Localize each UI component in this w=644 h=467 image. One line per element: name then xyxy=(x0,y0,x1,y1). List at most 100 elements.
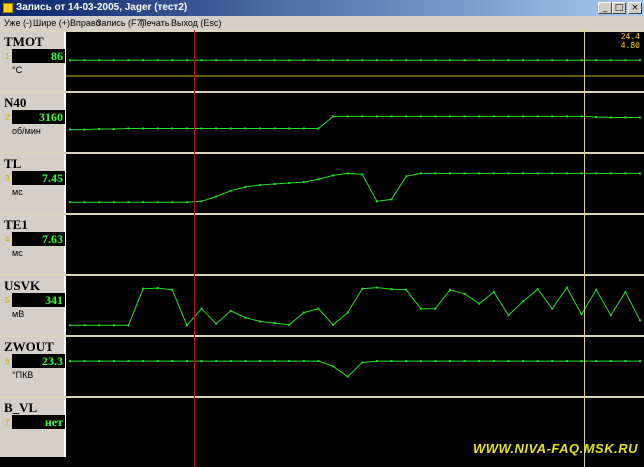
data-point-zwout-32 xyxy=(536,360,539,363)
parameter-name: N40 xyxy=(4,95,27,110)
data-point-tl-6 xyxy=(156,201,159,204)
data-point-n40-24 xyxy=(419,115,422,118)
data-point-n40-8 xyxy=(185,127,188,130)
data-point-zwout-22 xyxy=(390,360,393,363)
app-icon xyxy=(3,3,13,13)
panel-label-box[interactable]: USVK 5 341 мВ xyxy=(0,276,66,335)
panel-label-box[interactable]: ZWOUT 6 23.3 °ПКВ xyxy=(0,337,66,396)
series-line-zwout xyxy=(70,360,640,378)
data-point-n40-21 xyxy=(375,115,378,118)
data-point-usvk-8 xyxy=(185,324,188,327)
data-point-usvk-28 xyxy=(478,302,481,305)
window-title: Запись от 14-03-2005, Jager (тест2) xyxy=(16,2,188,13)
data-point-zwout-27 xyxy=(463,360,466,363)
panel-label-box[interactable]: TE1 4 7.63 мс xyxy=(0,215,66,274)
data-point-n40-35 xyxy=(580,115,583,118)
close-button[interactable]: × xyxy=(628,2,642,14)
data-point-n40-5 xyxy=(142,127,145,130)
data-point-tl-22 xyxy=(390,198,393,201)
panel-te1[interactable]: TE1 4 7.63 мс xyxy=(0,213,644,274)
data-point-n40-17 xyxy=(317,127,320,130)
data-point-zwout-36 xyxy=(595,360,598,363)
panel-zwout[interactable]: ZWOUT 6 23.3 °ПКВ xyxy=(0,335,644,396)
data-point-n40-25 xyxy=(434,115,437,118)
data-point-tl-32 xyxy=(536,172,539,175)
data-point-usvk-38 xyxy=(624,291,627,293)
data-point-tmot-0 xyxy=(69,59,71,62)
data-point-n40-22 xyxy=(390,115,393,118)
data-point-usvk-35 xyxy=(580,313,583,316)
data-point-n40-9 xyxy=(200,127,203,130)
parameter-value: 86 xyxy=(12,49,65,63)
data-point-usvk-18 xyxy=(332,323,335,326)
data-point-tl-1 xyxy=(83,201,86,204)
panel-label-box[interactable]: N40 2 3160 об/мин xyxy=(0,93,66,152)
plot-usvk[interactable] xyxy=(66,276,644,335)
data-point-n40-26 xyxy=(449,115,451,118)
data-point-tl-25 xyxy=(434,172,437,175)
chart-area[interactable]: TMOT 1 86 °C N40 2 3160 об/мин TL 3 7.45 мс TE1 4 7.63… xyxy=(0,30,644,467)
data-point-n40-12 xyxy=(244,127,247,130)
data-point-tmot-33 xyxy=(551,59,554,62)
panel-usvk[interactable]: USVK 5 341 мВ xyxy=(0,274,644,335)
data-point-tmot-11 xyxy=(229,59,232,62)
plot-tl[interactable] xyxy=(66,154,644,213)
plot-te1[interactable] xyxy=(66,215,644,274)
data-point-tl-18 xyxy=(332,174,335,177)
maximize-button[interactable]: □ xyxy=(612,2,626,14)
data-point-usvk-14 xyxy=(273,322,276,325)
data-point-zwout-29 xyxy=(492,360,495,363)
parameter-unit: мВ xyxy=(12,309,25,319)
data-point-tmot-28 xyxy=(478,59,481,62)
parameter-name: TMOT xyxy=(4,34,44,49)
minimize-button[interactable]: _ xyxy=(598,2,612,14)
data-point-usvk-6 xyxy=(156,287,159,290)
data-point-zwout-2 xyxy=(98,360,101,363)
data-point-usvk-16 xyxy=(302,311,305,314)
menu-exit[interactable]: Выход (Esc) xyxy=(171,16,221,30)
panel-n40[interactable]: N40 2 3160 об/мин xyxy=(0,91,644,152)
menu-wider[interactable]: Шире (+) xyxy=(33,16,70,30)
menu-narrower[interactable]: Уже (-) xyxy=(4,16,32,30)
data-point-tl-20 xyxy=(361,173,364,176)
data-point-usvk-21 xyxy=(375,286,378,289)
panel-tmot[interactable]: TMOT 1 86 °C xyxy=(0,30,644,91)
data-point-tl-10 xyxy=(215,195,218,198)
data-point-tl-28 xyxy=(478,172,481,175)
data-point-tl-34 xyxy=(565,172,568,175)
data-point-n40-32 xyxy=(536,115,539,118)
data-point-tl-29 xyxy=(492,172,495,175)
panel-label-box[interactable]: B_VL 7 нет xyxy=(0,398,66,457)
parameter-unit: об/мин xyxy=(12,126,41,136)
data-point-zwout-0 xyxy=(69,360,71,363)
data-point-n40-38 xyxy=(624,116,627,119)
panel-label-box[interactable]: TL 3 7.45 мс xyxy=(0,154,66,213)
parameter-index: 5 xyxy=(5,296,10,305)
plot-n40[interactable] xyxy=(66,93,644,152)
data-point-n40-20 xyxy=(361,115,364,118)
data-point-tl-27 xyxy=(463,172,466,175)
data-point-n40-4 xyxy=(127,127,130,130)
menu-print[interactable]: Печать xyxy=(140,16,169,30)
data-point-n40-0 xyxy=(69,128,71,131)
data-point-n40-13 xyxy=(259,127,261,130)
plot-zwout[interactable] xyxy=(66,337,644,396)
parameter-name: USVK xyxy=(4,278,41,293)
data-point-zwout-37 xyxy=(609,360,612,363)
data-point-usvk-37 xyxy=(609,314,612,317)
data-point-usvk-7 xyxy=(171,288,174,291)
parameter-name: TL xyxy=(4,156,22,171)
data-point-n40-7 xyxy=(171,127,174,130)
data-point-tmot-10 xyxy=(215,59,218,62)
menu-record[interactable]: Запись (F7) xyxy=(96,16,145,30)
plot-tmot[interactable] xyxy=(66,32,644,91)
parameter-index: 2 xyxy=(5,113,10,122)
data-point-tl-33 xyxy=(551,172,554,175)
parameter-name: ZWOUT xyxy=(4,339,54,354)
data-point-tmot-26 xyxy=(449,59,451,62)
series-line-tl xyxy=(70,172,640,203)
data-point-usvk-19 xyxy=(346,311,349,314)
panel-label-box[interactable]: TMOT 1 86 °C xyxy=(0,32,66,91)
panel-tl[interactable]: TL 3 7.45 мс xyxy=(0,152,644,213)
parameter-index: 6 xyxy=(5,357,10,366)
